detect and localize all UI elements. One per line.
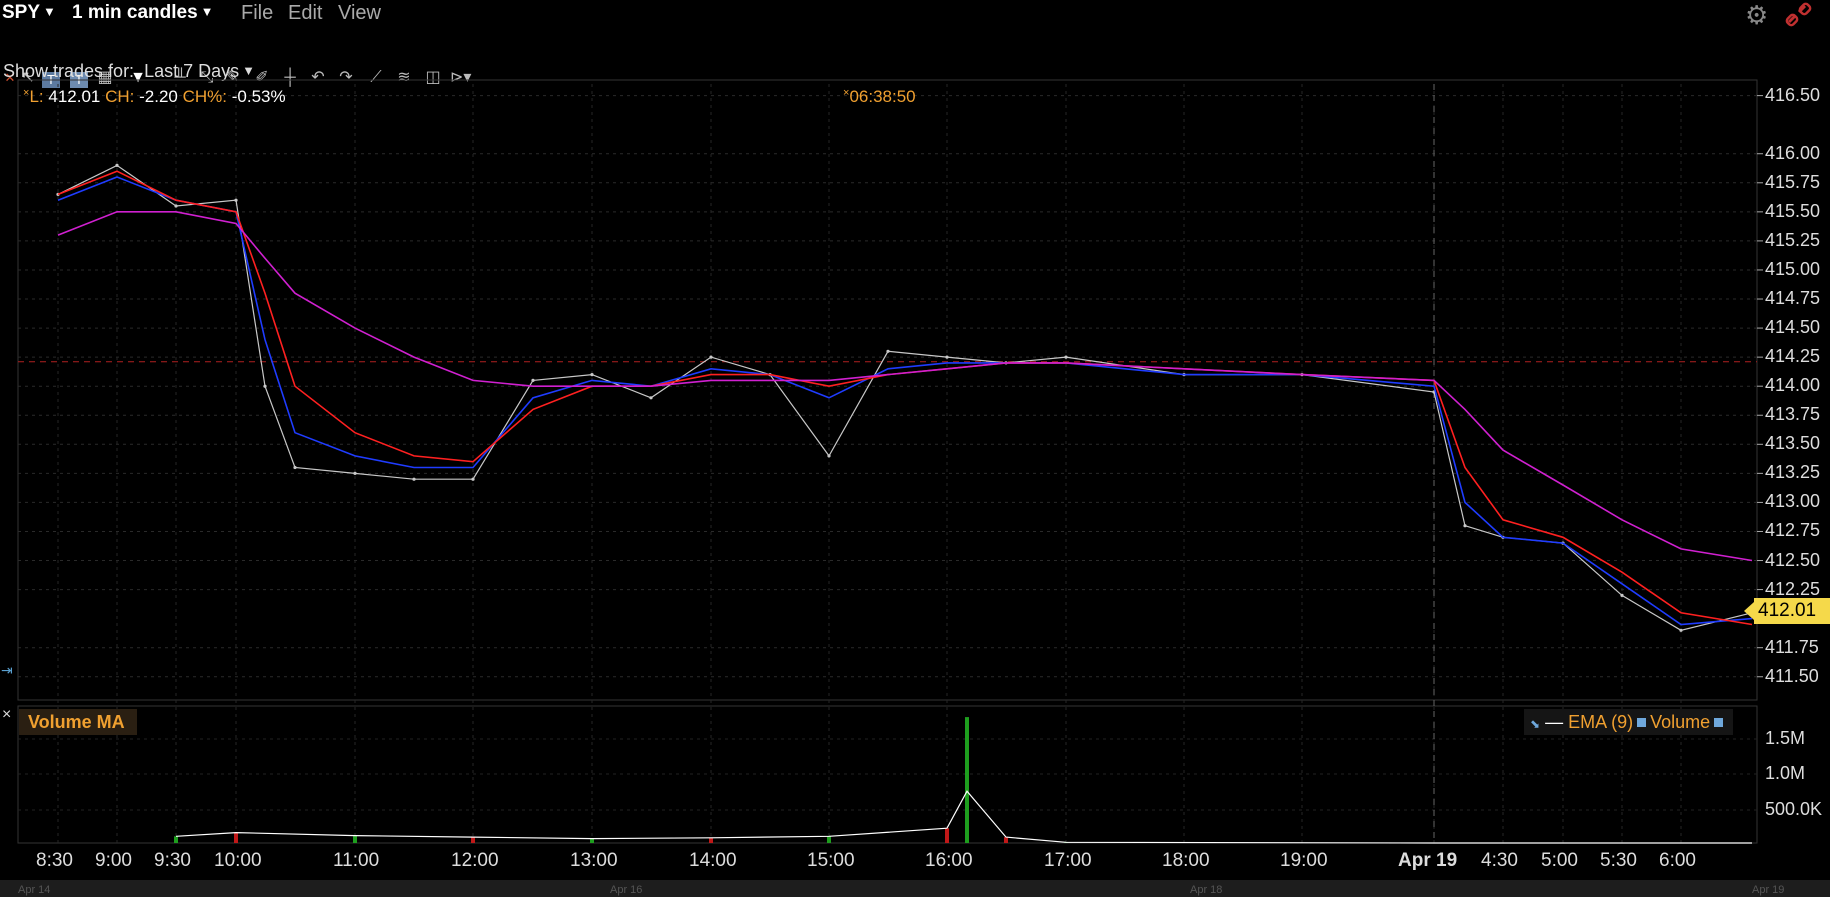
volume-bar bbox=[234, 832, 238, 843]
time-tick-label: 19:00 bbox=[1280, 850, 1328, 871]
price-point bbox=[531, 378, 535, 382]
price-tick-label: 415.50 bbox=[1765, 200, 1821, 221]
price-tick-label: 413.00 bbox=[1765, 491, 1821, 512]
price-point bbox=[945, 355, 949, 359]
cursor-time: ×06:38:50 bbox=[843, 87, 916, 106]
time-tick-label: 17:00 bbox=[1044, 850, 1092, 871]
price-tick-label: 414.25 bbox=[1765, 346, 1821, 367]
volume-bar bbox=[965, 717, 969, 843]
price-point bbox=[590, 373, 594, 377]
time-tick-label: 5:00 bbox=[1541, 850, 1578, 871]
price-info: ×L: 412.01 CH: -2.20 CH%: -0.53% bbox=[23, 87, 286, 107]
ema-mid-series bbox=[57, 170, 1753, 626]
volume-bar bbox=[174, 836, 178, 843]
time-tick-label: 9:00 bbox=[95, 850, 132, 871]
change-pct-value: -0.53% bbox=[231, 87, 286, 106]
volume-bar bbox=[471, 837, 475, 843]
price-tick-label: 414.75 bbox=[1765, 288, 1821, 309]
time-tick-label: 5:30 bbox=[1600, 850, 1637, 871]
price-point bbox=[412, 477, 416, 481]
price-chart[interactable] bbox=[0, 0, 1830, 897]
price-tick-label: 413.75 bbox=[1765, 404, 1821, 425]
price-tick-label: 416.00 bbox=[1765, 142, 1821, 163]
time-tick-label: 18:00 bbox=[1162, 850, 1210, 871]
time-tick-label: 13:00 bbox=[570, 850, 618, 871]
volume-panel-title: Volume MA bbox=[19, 709, 137, 735]
price-tick-label: 415.75 bbox=[1765, 171, 1821, 192]
time-tick-label: Apr 19 bbox=[1398, 850, 1458, 871]
ema-line-icon: — bbox=[1545, 712, 1564, 732]
legend-ema: EMA (9) bbox=[1568, 712, 1634, 732]
ema-fast-series bbox=[57, 176, 1753, 626]
price-tick-label: 416.50 bbox=[1765, 84, 1821, 105]
price-point bbox=[1620, 593, 1624, 598]
time-tick-label: 15:00 bbox=[807, 850, 855, 871]
time-tick-label: 11:00 bbox=[333, 850, 380, 871]
price-point bbox=[353, 471, 357, 475]
volume-tick-label: 1.0M bbox=[1765, 763, 1806, 783]
panel-handle-icon[interactable]: ⇥ bbox=[1, 662, 13, 679]
close-panel-icon[interactable]: × bbox=[2, 706, 11, 724]
ema-checkbox[interactable] bbox=[1637, 718, 1647, 727]
time-tick-label: 4:30 bbox=[1481, 850, 1518, 871]
time-tick-label: 9:30 bbox=[154, 850, 191, 871]
date-tick-label: Apr 19 bbox=[1752, 884, 1785, 896]
price-point bbox=[709, 355, 713, 359]
volume-bar bbox=[1004, 837, 1008, 843]
date-tick-label: Apr 14 bbox=[18, 884, 51, 896]
volume-checkbox[interactable] bbox=[1714, 718, 1724, 727]
price-tick-label: 414.00 bbox=[1765, 375, 1821, 396]
change-label: CH: bbox=[105, 87, 135, 106]
price-point bbox=[827, 454, 831, 458]
price-badge: 412.01 bbox=[1754, 598, 1830, 624]
price-tick-label: 414.50 bbox=[1765, 317, 1821, 338]
settings-icon[interactable]: ⬊ bbox=[1530, 717, 1540, 731]
price-badge-arrow bbox=[1744, 602, 1754, 620]
price-point bbox=[471, 477, 475, 481]
volume-bar bbox=[590, 838, 594, 843]
price-panel-frame bbox=[17, 79, 1758, 701]
volume-legend: ⬊ — EMA (9) Volume bbox=[1524, 709, 1734, 735]
price-point bbox=[649, 396, 653, 400]
time-tick-label: 16:00 bbox=[925, 850, 973, 871]
time-tick-label: 6:00 bbox=[1659, 850, 1696, 871]
price-point bbox=[886, 349, 890, 353]
volume-bar bbox=[945, 828, 949, 843]
price-point bbox=[1064, 355, 1068, 359]
price-point bbox=[115, 163, 119, 167]
legend-volume: Volume bbox=[1650, 712, 1711, 732]
price-tick-label: 413.25 bbox=[1765, 462, 1821, 483]
change-pct-label: CH%: bbox=[182, 87, 227, 106]
price-point bbox=[263, 384, 267, 388]
price-point bbox=[293, 465, 297, 470]
price-tick-label: 415.25 bbox=[1765, 229, 1821, 250]
price-tick-label: 412.25 bbox=[1765, 578, 1821, 599]
volume-tick-label: 500.0K bbox=[1765, 799, 1823, 819]
volume-ema-line bbox=[175, 790, 1752, 844]
date-tick-label: Apr 18 bbox=[1190, 884, 1223, 896]
price-tick-label: 411.50 bbox=[1765, 665, 1819, 686]
time-tick-label: 8:30 bbox=[36, 850, 73, 871]
price-tick-label: 415.00 bbox=[1765, 258, 1821, 279]
price-tick-label: 413.50 bbox=[1765, 433, 1821, 454]
navigator-bar[interactable] bbox=[0, 880, 1830, 897]
volume-bar bbox=[353, 835, 357, 843]
time-tick-label: 12:00 bbox=[451, 850, 499, 871]
last-value: 412.01 bbox=[48, 87, 101, 106]
time-tick-label: 14:00 bbox=[689, 850, 737, 871]
volume-bar bbox=[709, 837, 713, 843]
volume-bar bbox=[827, 836, 831, 843]
change-value: -2.20 bbox=[139, 87, 178, 106]
date-tick-label: Apr 16 bbox=[610, 884, 643, 896]
volume-tick-label: 1.5M bbox=[1765, 728, 1806, 748]
price-point bbox=[234, 198, 238, 202]
time-tick-label: 10:00 bbox=[214, 850, 262, 871]
price-tick-label: 411.75 bbox=[1765, 636, 1819, 657]
last-label: L: bbox=[29, 87, 44, 106]
price-point bbox=[1679, 628, 1683, 632]
price-point bbox=[1463, 524, 1467, 528]
price-tick-label: 412.50 bbox=[1765, 549, 1821, 570]
price-tick-label: 412.75 bbox=[1765, 520, 1821, 541]
price-point bbox=[174, 204, 178, 208]
